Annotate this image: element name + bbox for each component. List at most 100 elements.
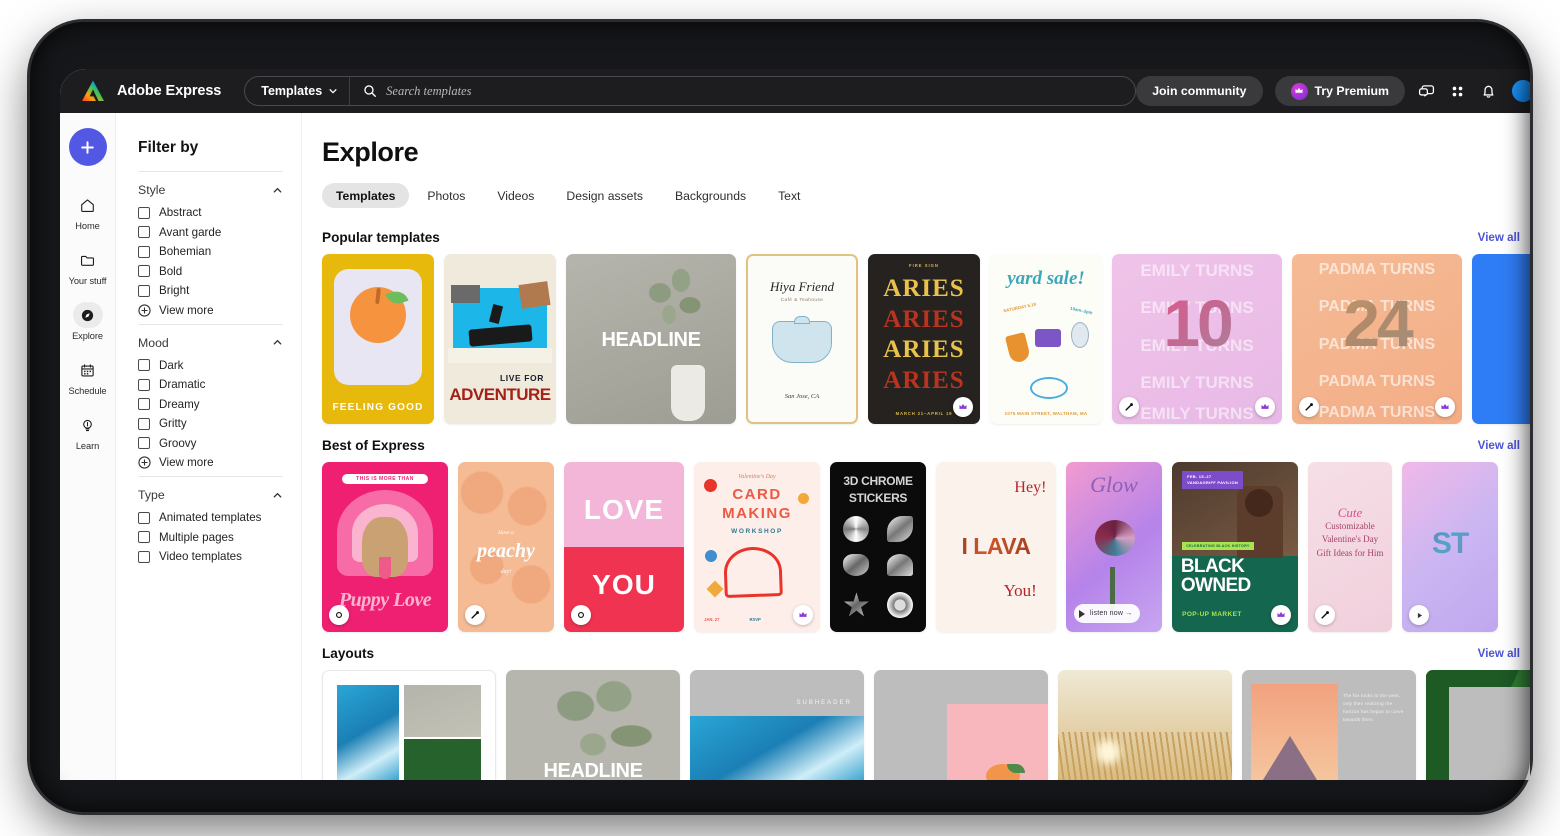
template-card-emily-turns-10[interactable]: EMILY TURNS EMILY TURNS EMILY TURNS EMIL… [1112, 254, 1282, 424]
layout-card-peach-inset[interactable] [874, 670, 1048, 780]
try-premium-button[interactable]: Try Premium [1274, 76, 1405, 106]
template-card-i-lava-you[interactable]: Hey! I LAVA You! [936, 462, 1056, 632]
template-card-cute-valentines-gift-ideas[interactable]: Cute Customizable Valentine's Day Gift I… [1308, 462, 1392, 632]
search-input[interactable] [386, 83, 1136, 99]
checkbox[interactable] [138, 437, 150, 449]
tab-backgrounds[interactable]: Backgrounds [661, 183, 760, 208]
filter-group-style-header[interactable]: Style [138, 183, 283, 197]
template-card-glow[interactable]: Glow listen now → [1066, 462, 1162, 632]
filter-option-label: Avant garde [159, 225, 222, 239]
card-text: ARIES [883, 275, 965, 303]
card-number: 10 [1112, 285, 1282, 361]
play-video-badge[interactable] [1409, 605, 1429, 625]
filter-option-gritty[interactable]: Gritty [138, 417, 283, 430]
filter-option-bright[interactable]: Bright [138, 284, 283, 297]
checkbox[interactable] [138, 245, 150, 258]
checkbox[interactable] [138, 550, 150, 563]
sidebar-item-your-stuff[interactable]: Your stuff [62, 240, 114, 295]
checkbox[interactable] [138, 359, 150, 371]
join-community-button[interactable]: Join community [1136, 76, 1263, 106]
filter-option-video-templates[interactable]: Video templates [138, 550, 283, 563]
checkbox[interactable] [138, 531, 150, 543]
filter-option-label: Video templates [159, 550, 242, 563]
template-card-have-a-peachy-day[interactable]: Have a peachy day! [458, 462, 554, 632]
template-card-feeling-good[interactable]: FEELING GOOD [322, 254, 434, 424]
checkbox[interactable] [138, 378, 150, 391]
sidebar-item-explore[interactable]: Explore [62, 295, 114, 350]
checkbox[interactable] [138, 226, 150, 238]
tab-text[interactable]: Text [764, 183, 814, 208]
filter-option-bohemian[interactable]: Bohemian [138, 245, 283, 258]
layout-card-headline-overlay[interactable]: HEADLINE [506, 670, 680, 780]
view-all-popular-templates[interactable]: View all [1478, 231, 1520, 244]
template-card-puppy-love[interactable]: THIS IS MORE THAN Puppy Love [322, 462, 448, 632]
filter-option-animated-templates[interactable]: Animated templates [138, 511, 283, 524]
search-scope-dropdown[interactable]: Templates [245, 77, 351, 105]
checkbox[interactable] [138, 206, 150, 219]
tab-templates[interactable]: Templates [322, 183, 410, 208]
card-text: ARIES [883, 366, 965, 394]
notifications-bell-icon[interactable] [1479, 82, 1498, 101]
layout-card-green-frame[interactable] [1426, 670, 1530, 780]
tab-design-assets[interactable]: Design assets [552, 183, 657, 208]
checkbox[interactable] [138, 417, 150, 430]
tab-videos[interactable]: Videos [483, 183, 548, 208]
layout-card-mountain-text[interactable]: The fox looks to the west, only then rea… [1242, 670, 1416, 780]
sidebar-label-learn: Learn [75, 441, 100, 451]
checkbox[interactable] [138, 398, 150, 410]
checkbox[interactable] [138, 265, 150, 277]
card-time: 10am–3pm [1070, 306, 1094, 316]
sidebar-item-home[interactable]: Home [62, 185, 114, 240]
magic-wand-icon [577, 611, 585, 619]
animated-badge [1299, 397, 1319, 417]
template-card-headline-plant[interactable]: HEADLINE [566, 254, 736, 424]
checkbox[interactable] [138, 511, 150, 524]
premium-crown-badge [1271, 605, 1291, 625]
template-card-padma-turns-24[interactable]: PADMA TURNS PADMA TURNS PADMA TURNS PADM… [1292, 254, 1462, 424]
layout-card-subheader-ocean[interactable]: SUBHEADER [690, 670, 864, 780]
filter-option-dramatic[interactable]: Dramatic [138, 378, 283, 391]
play-icon [1079, 609, 1085, 618]
card-kicker: Hey! [1014, 479, 1047, 496]
template-card-love-you[interactable]: LOVE YOU [564, 462, 684, 632]
layout-card-wheat-field[interactable] [1058, 670, 1232, 780]
template-card-yard-sale[interactable]: yard sale! SATURDAY 5.19 10am–3pm 1075 M… [990, 254, 1102, 424]
filter-option-dark[interactable]: Dark [138, 359, 283, 372]
feedback-chat-icon[interactable] [1417, 82, 1436, 101]
template-card-3d-chrome-stickers[interactable]: 3D CHROME STICKERS [830, 462, 926, 632]
template-card-holographic-story[interactable]: ST [1402, 462, 1498, 632]
brand[interactable]: Adobe Express [80, 79, 221, 103]
sidebar-item-schedule[interactable]: Schedule [62, 350, 114, 405]
mood-view-more-button[interactable]: View more [138, 456, 283, 469]
listen-now-button[interactable]: listen now → [1074, 604, 1141, 623]
user-avatar[interactable] [1510, 78, 1530, 104]
tab-photos[interactable]: Photos [413, 183, 479, 208]
template-card-black-owned-popup-market[interactable]: FEB. 15–27 VANDAGRIFF PAVILION CELEBRATI… [1172, 462, 1298, 632]
filter-option-bold[interactable]: Bold [138, 265, 283, 278]
view-all-layouts[interactable]: View all [1478, 647, 1520, 660]
view-all-best-of-express[interactable]: View all [1478, 439, 1520, 452]
create-new-button[interactable] [68, 128, 107, 166]
template-card-aries-zodiac[interactable]: FIRE SIGN ARIES ARIES ARIES ARIES MARCH … [868, 254, 980, 424]
template-card-live-for-adventure[interactable]: LIVE FOR ADVENTURE [444, 254, 556, 424]
filter-option-abstract[interactable]: Abstract [138, 206, 283, 219]
checkbox[interactable] [138, 284, 150, 297]
device-frame: Adobe Express Templates Search templates… [30, 22, 1530, 812]
search-icon [364, 85, 377, 97]
layout-card-collage-grid[interactable] [322, 670, 496, 780]
apps-grid-icon[interactable] [1448, 82, 1467, 101]
filter-option-dreamy[interactable]: Dreamy [138, 398, 283, 411]
sidebar-item-learn[interactable]: Learn [62, 405, 114, 460]
template-card-hiya-friend[interactable]: Hiya Friend Café & Teahouse San Jose, CA [746, 254, 858, 424]
template-card-card-making-workshop[interactable]: Valentine's Day CARD MAKING WORKSHOP JAN… [694, 462, 820, 632]
card-text: ARIES [883, 305, 965, 333]
search-bar[interactable]: Templates [244, 76, 1137, 106]
template-card-blue-card[interactable] [1472, 254, 1530, 424]
filter-group-mood-header[interactable]: Mood [138, 336, 283, 350]
filter-option-avant-garde[interactable]: Avant garde [138, 226, 283, 239]
filter-option-multiple-pages[interactable]: Multiple pages [138, 531, 283, 544]
style-view-more-button[interactable]: View more [138, 304, 283, 317]
filter-group-type-header[interactable]: Type [138, 488, 283, 502]
compass-icon [72, 302, 103, 328]
filter-option-groovy[interactable]: Groovy [138, 437, 283, 450]
